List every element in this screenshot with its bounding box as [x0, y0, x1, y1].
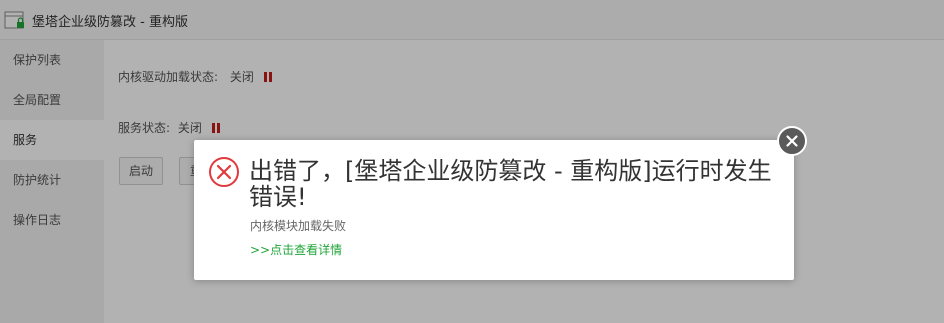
- error-circle-x-icon: [209, 157, 239, 187]
- error-title: 出错了，[堡塔企业级防篡改 - 重构版]运行时发生错误!: [249, 157, 772, 211]
- app-window: 堡塔企业级防篡改 - 重构版 保护列表 全局配置 服务 防护统计 操作日志 内核…: [0, 0, 944, 323]
- dialog-close-button[interactable]: [777, 126, 807, 156]
- error-subtitle: 内核模块加载失败: [250, 219, 347, 233]
- error-dialog: 出错了，[堡塔企业级防篡改 - 重构版]运行时发生错误! 内核模块加载失败 >>…: [194, 140, 794, 280]
- view-details-link[interactable]: >>点击查看详情: [250, 241, 342, 258]
- close-x-icon: [786, 135, 798, 147]
